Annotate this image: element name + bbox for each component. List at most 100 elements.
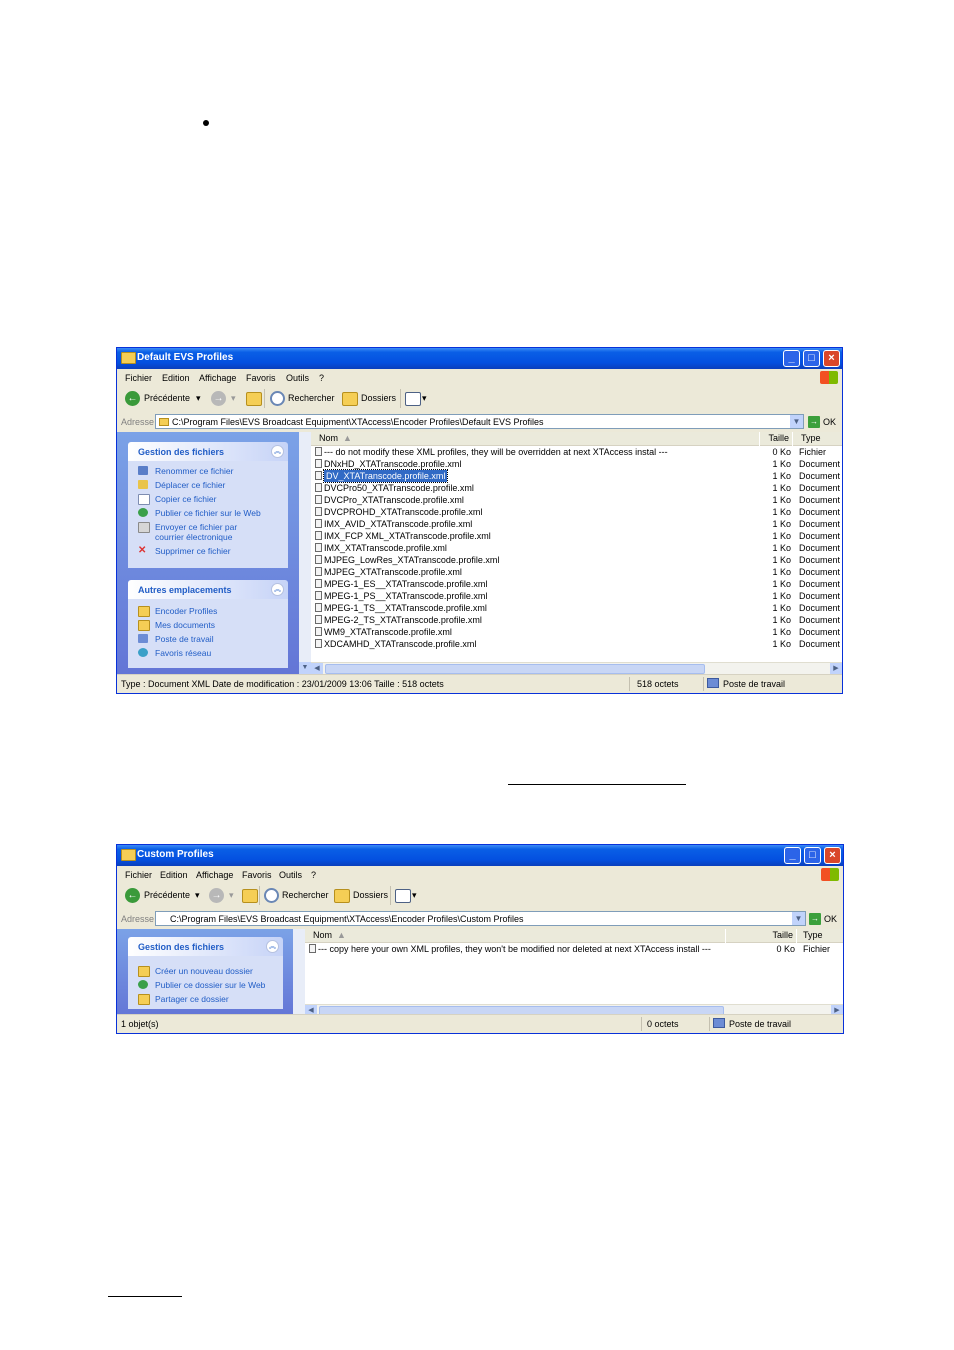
- search-button[interactable]: Rechercher: [282, 888, 329, 902]
- menu-outils[interactable]: Outils: [279, 870, 302, 880]
- search-button[interactable]: Rechercher: [288, 391, 335, 405]
- move-icon: [138, 480, 148, 489]
- search-icon[interactable]: [264, 888, 279, 903]
- close-button[interactable]: ×: [823, 350, 840, 367]
- title-bar[interactable]: Default EVS Profiles _ □ ×: [117, 348, 842, 369]
- back-button[interactable]: Précédente: [144, 391, 190, 405]
- folders-icon[interactable]: [342, 392, 358, 406]
- column-header-type[interactable]: Type: [797, 929, 843, 943]
- back-arrow-icon[interactable]: ←: [125, 888, 140, 903]
- search-icon[interactable]: [270, 391, 285, 406]
- scroll-thumb[interactable]: [325, 664, 705, 674]
- folders-button[interactable]: Dossiers: [353, 888, 388, 902]
- forward-dropdown-icon[interactable]: ▾: [231, 391, 236, 405]
- view-dropdown-icon[interactable]: ▾: [412, 888, 417, 902]
- menu-affichage[interactable]: Affichage: [199, 373, 236, 383]
- file-row[interactable]: DNxHD_XTATranscode.profile.xml 1 Ko Docume…: [311, 458, 842, 470]
- file-row[interactable]: IMX_FCP XML_XTATranscode.profile.xml 1 Ko…: [311, 530, 842, 542]
- file-name: --- copy here your own XML profiles, the…: [318, 944, 711, 954]
- go-arrow-icon[interactable]: →: [808, 416, 820, 428]
- title-bar[interactable]: Custom Profiles _ □ ×: [117, 845, 843, 866]
- file-size: 1 Ko: [772, 531, 791, 541]
- network-icon: [138, 648, 148, 657]
- address-input[interactable]: C:\Program Files\EVS Broadcast Equipment…: [155, 911, 806, 926]
- status-location: Poste de travail: [723, 679, 786, 689]
- panel-title: Gestion des fichiers: [138, 447, 225, 457]
- address-input[interactable]: C:\Program Files\EVS Broadcast Equipment…: [155, 414, 804, 429]
- panel-header[interactable]: Gestion des fichiers ︽: [128, 937, 283, 956]
- column-header-size[interactable]: Taille: [726, 929, 796, 943]
- file-size: 1 Ko: [772, 615, 791, 625]
- menu-favoris[interactable]: Favoris: [246, 373, 276, 383]
- file-row[interactable]: DVCPro50_XTATranscode.profile.xml 1 Ko Doc…: [311, 482, 842, 494]
- minimize-button[interactable]: _: [783, 350, 800, 367]
- file-name: WM9_XTATranscode.profile.xml: [324, 627, 452, 637]
- column-header-name[interactable]: Nom ▲: [311, 432, 759, 446]
- collapse-chevron-icon[interactable]: ︽: [266, 940, 279, 953]
- file-size: 1 Ko: [772, 519, 791, 529]
- back-dropdown-icon[interactable]: ▾: [196, 391, 201, 405]
- maximize-button[interactable]: □: [804, 847, 821, 864]
- up-folder-icon[interactable]: [242, 889, 258, 903]
- menu-favoris[interactable]: Favoris: [242, 870, 272, 880]
- file-row[interactable]: MPEG-1_ES__XTATranscode.profile.xml 1 Ko D…: [311, 578, 842, 590]
- minimize-button[interactable]: _: [784, 847, 801, 864]
- menu-outils[interactable]: Outils: [286, 373, 309, 383]
- panel-header[interactable]: Autres emplacements ︽: [128, 580, 288, 599]
- collapse-chevron-icon[interactable]: ︽: [271, 445, 284, 458]
- menu-help[interactable]: ?: [319, 373, 324, 383]
- file-row[interactable]: MJPEG_XTATranscode.profile.xml 1 Ko Docume…: [311, 566, 842, 578]
- collapse-chevron-icon[interactable]: ︽: [271, 583, 284, 596]
- file-row[interactable]: IMX_AVID_XTATranscode.profile.xml 1 Ko Doc…: [311, 518, 842, 530]
- forward-arrow-icon[interactable]: →: [211, 391, 226, 406]
- maximize-button[interactable]: □: [803, 350, 820, 367]
- menu-edition[interactable]: Edition: [162, 373, 190, 383]
- back-arrow-icon[interactable]: ←: [125, 391, 140, 406]
- go-arrow-icon[interactable]: →: [809, 913, 821, 925]
- forward-dropdown-icon[interactable]: ▾: [229, 888, 234, 902]
- back-button[interactable]: Précédente: [144, 888, 190, 902]
- file-row[interactable]: DVCPROHD_XTATranscode.profile.xml 1 Ko Doc…: [311, 506, 842, 518]
- file-row[interactable]: DVCPro_XTATranscode.profile.xml 1 Ko Docum…: [311, 494, 842, 506]
- file-row[interactable]: MPEG-2_TS_XTATranscode.profile.xml 1 Ko Do…: [311, 614, 842, 626]
- forward-arrow-icon[interactable]: →: [209, 888, 224, 903]
- panel-header[interactable]: Gestion des fichiers ︽: [128, 442, 288, 461]
- column-header-type[interactable]: Type: [793, 432, 842, 446]
- address-dropdown-icon[interactable]: ▼: [790, 415, 803, 428]
- file-type: Document: [799, 615, 841, 625]
- column-header-name[interactable]: Nom ▲: [305, 929, 725, 943]
- file-row[interactable]: DV_XTATranscode.profile.xml 1 Ko Document: [311, 469, 842, 483]
- view-menu-icon[interactable]: [395, 889, 411, 903]
- file-size: 1 Ko: [772, 603, 791, 613]
- back-dropdown-icon[interactable]: ▾: [195, 888, 200, 902]
- address-dropdown-icon[interactable]: ▼: [792, 912, 805, 925]
- task-pane-scrollbar[interactable]: [299, 432, 311, 675]
- go-button[interactable]: OK: [824, 914, 837, 924]
- menu-edition[interactable]: Edition: [160, 870, 188, 880]
- file-row[interactable]: XDCAMHD_XTATranscode.profile.xml 1 Ko Docu…: [311, 638, 842, 650]
- scroll-down-icon[interactable]: ▼: [299, 662, 311, 674]
- file-type: Document: [799, 531, 841, 541]
- view-dropdown-icon[interactable]: ▾: [422, 391, 427, 405]
- file-row[interactable]: --- copy here your own XML profiles, the…: [305, 943, 843, 955]
- file-row[interactable]: WM9_XTATranscode.profile.xml 1 Ko Document: [311, 626, 842, 638]
- menu-fichier[interactable]: Fichier: [125, 373, 152, 383]
- file-row[interactable]: IMX_XTATranscode.profile.xml 1 Ko Document: [311, 542, 842, 554]
- file-row[interactable]: --- do not modify these XML profiles, th…: [311, 446, 842, 458]
- close-button[interactable]: ×: [824, 847, 841, 864]
- file-row[interactable]: MPEG-1_TS__XTATranscode.profile.xml 1 Ko D…: [311, 602, 842, 614]
- menu-fichier[interactable]: Fichier: [125, 870, 152, 880]
- menu-affichage[interactable]: Affichage: [196, 870, 233, 880]
- folders-button[interactable]: Dossiers: [361, 391, 396, 405]
- up-folder-icon[interactable]: [246, 392, 262, 406]
- file-row[interactable]: MPEG-1_PS__XTATranscode.profile.xml 1 Ko D…: [311, 590, 842, 602]
- file-row[interactable]: MJPEG_LowRes_XTATranscode.profile.xml 1 K…: [311, 554, 842, 566]
- file-name: MPEG-1_PS__XTATranscode.profile.xml: [324, 591, 488, 601]
- column-header-size[interactable]: Taille: [760, 432, 792, 446]
- folders-icon[interactable]: [334, 889, 350, 903]
- task-pane-scrollbar[interactable]: [293, 929, 305, 1017]
- menu-help[interactable]: ?: [311, 870, 316, 880]
- go-button[interactable]: OK: [823, 417, 836, 427]
- view-menu-icon[interactable]: [405, 392, 421, 406]
- underline-link: [508, 784, 686, 785]
